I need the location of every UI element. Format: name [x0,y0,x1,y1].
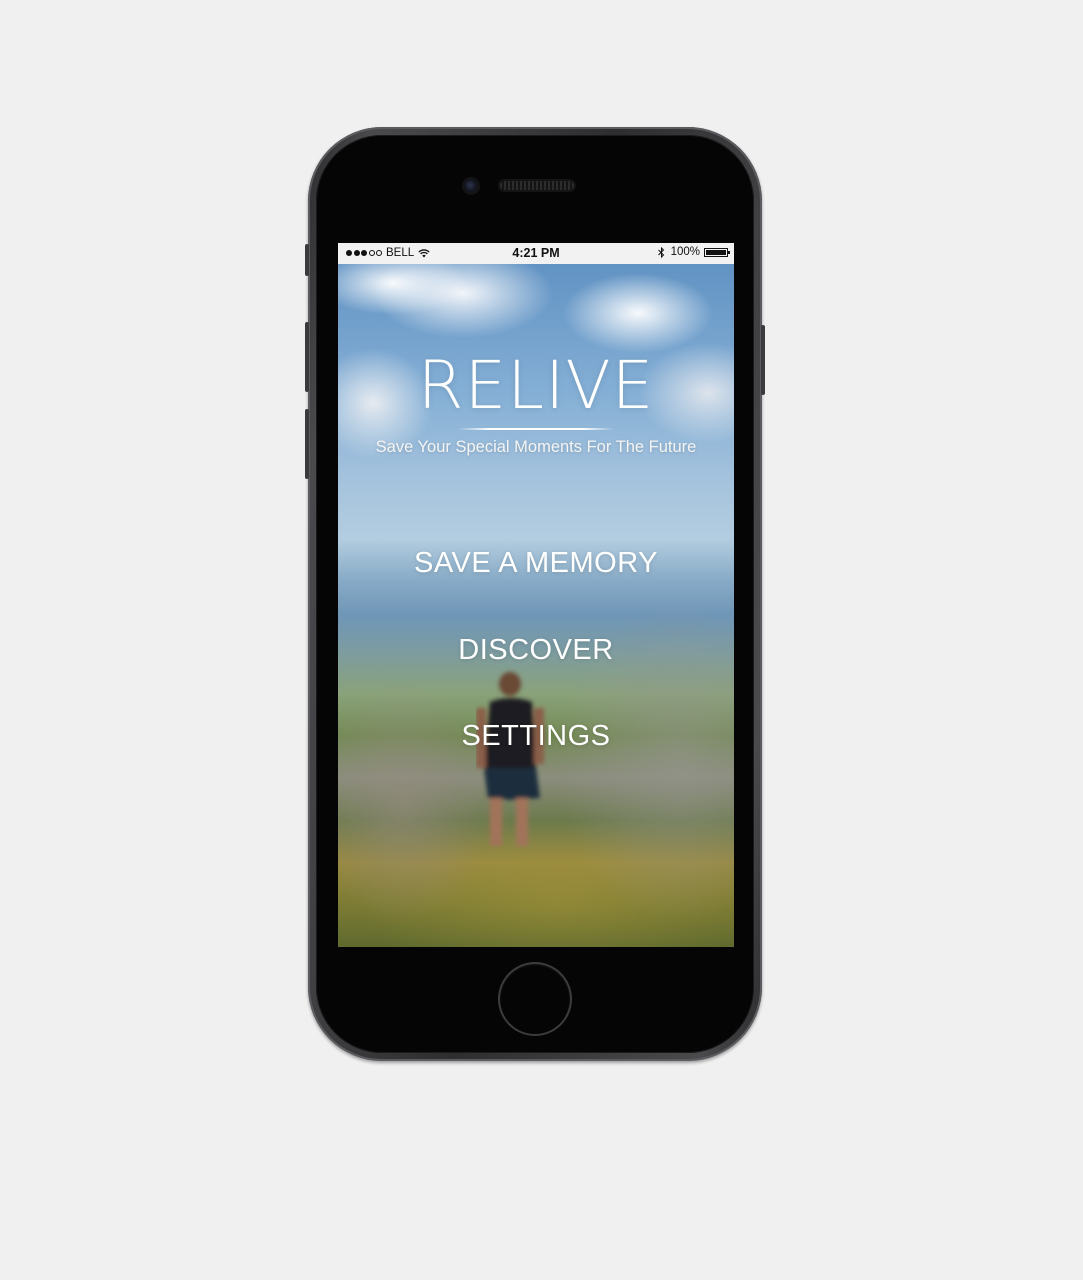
mute-switch [305,244,309,276]
hiker-figure [476,672,544,846]
volume-down-button [305,409,309,479]
status-right: 100% [657,246,730,258]
front-camera [464,179,478,193]
battery-tip [728,250,730,254]
battery-percent: 100% [670,246,700,258]
home-button[interactable] [500,964,570,1034]
bluetooth-icon [657,246,664,258]
app-tagline: Save Your Special Moments For The Future [375,438,697,456]
app-title: RELIVE [417,347,655,424]
volume-up-button [305,322,309,392]
app-screen: BELL 4:21 PM 100% RELIVE Save Your Speci… [338,243,734,947]
save-a-memory-button[interactable]: SAVE A MEMORY [338,547,734,580]
settings-button[interactable]: SETTINGS [338,720,734,753]
battery-icon [704,247,730,257]
earpiece-speaker [500,181,574,190]
status-bar: BELL 4:21 PM 100% [338,243,734,264]
battery-fill [706,249,726,255]
power-button [761,325,765,395]
title-divider [458,428,614,430]
discover-button[interactable]: DISCOVER [338,634,734,667]
